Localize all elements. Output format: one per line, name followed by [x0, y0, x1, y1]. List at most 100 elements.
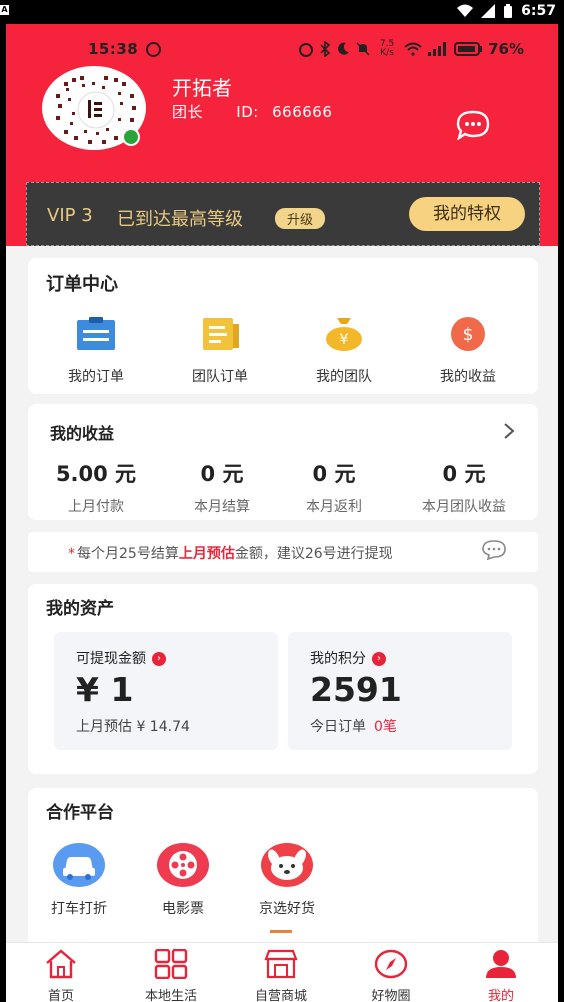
dollar-coin-icon: $	[451, 317, 485, 351]
grid-icon	[154, 948, 188, 980]
dog-mascot-icon	[261, 843, 313, 887]
inner-status-bar: 15:38 7.5 K/s 76%	[6, 40, 558, 62]
notice-text: * 每个月25号结算上月预估金额，建议26号进行提现	[68, 543, 393, 563]
vip-status: 已到达最高等级	[117, 209, 243, 230]
user-icon	[486, 950, 516, 978]
tab-label: 首页	[47, 989, 74, 1002]
order-item-my-earnings[interactable]: $ 我的收益	[418, 316, 518, 386]
user-role-line: 团长 ID: 666666	[172, 101, 332, 122]
system-status-bar: A 6:57	[0, 0, 564, 24]
partner-jd[interactable]: 京选好货	[242, 842, 332, 918]
arrow-right-icon: ›	[372, 652, 386, 666]
partners-title: 合作平台	[46, 803, 114, 823]
my-privilege-button[interactable]: 我的特权	[409, 197, 525, 231]
arrow-right-icon: ›	[152, 652, 166, 666]
order-item-my-orders[interactable]: 我的订单	[46, 316, 146, 386]
alarm-icon	[299, 43, 314, 57]
vip-banner: VIP 3 已到达最高等级 升级 我的特权	[26, 182, 540, 246]
earnings-title: 我的收益	[50, 424, 115, 443]
user-role: 团长	[172, 103, 204, 121]
points-box[interactable]: 我的积分 › 2591 今日订单 0笔	[288, 632, 512, 750]
earnings-value: 5.00 元	[55, 462, 137, 486]
order-item-team-orders[interactable]: 团队订单	[170, 316, 270, 386]
order-item-label: 我的收益	[440, 369, 496, 385]
earnings-label: 本月结算	[194, 499, 250, 515]
tab-home[interactable]: 首页	[16, 949, 106, 1002]
signal-icon	[428, 42, 447, 56]
upgrade-badge[interactable]: 升级	[275, 208, 326, 229]
tab-good-circle[interactable]: 好物圈	[346, 949, 436, 1002]
earnings-team-income: 0 元 本月团队收益	[404, 458, 524, 516]
svg-text:$: $	[463, 325, 474, 345]
app-notification-icon: A	[0, 5, 9, 15]
notice-star: *	[68, 546, 75, 562]
wifi-icon	[457, 4, 474, 17]
earnings-last-month-paid: 5.00 元 上月付款	[36, 458, 156, 516]
tab-self-mall[interactable]: 自营商城	[236, 949, 326, 1002]
withdrawable-box[interactable]: 可提现金额 › ¥ 1 上月预估 ¥ 14.74	[54, 632, 278, 750]
network-speed: 7.5 K/s	[379, 39, 395, 58]
points-value: 2591	[310, 670, 402, 709]
compass-icon	[374, 949, 408, 979]
partner-label: 电影票	[162, 901, 204, 917]
order-item-my-team[interactable]: ¥ 我的团队	[294, 316, 394, 386]
order-item-label: 团队订单	[192, 369, 248, 385]
avatar[interactable]	[42, 66, 146, 150]
taxi-icon	[53, 843, 105, 887]
notice-highlight: 上月预估	[178, 546, 235, 562]
battery-icon	[504, 3, 513, 18]
points-label: 我的积分 ›	[310, 648, 386, 668]
tab-label: 自营商城	[254, 989, 307, 1002]
mute-icon	[356, 42, 370, 56]
chat-bubble-icon	[456, 110, 490, 141]
withdrawable-amount: ¥ 1	[76, 670, 134, 709]
page-indicator	[270, 930, 292, 933]
app-screen: 15:38 7.5 K/s 76% 开拓者 团长 ID: 666666 VIP …	[6, 24, 558, 1002]
message-button[interactable]	[456, 110, 490, 141]
svg-text:¥: ¥	[340, 332, 349, 348]
user-id-label: ID:	[236, 103, 259, 121]
earnings-month-settled: 0 元 本月结算	[162, 458, 282, 516]
user-id: 666666	[272, 103, 333, 121]
partner-label: 打车打折	[51, 901, 107, 917]
system-clock: 6:57	[521, 3, 556, 19]
home-icon	[46, 949, 76, 979]
tab-label: 好物圈	[371, 989, 411, 1002]
today-orders: 今日订单 0笔	[310, 719, 397, 735]
document-icon	[203, 318, 239, 350]
chevron-right-icon[interactable]	[502, 422, 516, 440]
earnings-label: 上月付款	[68, 499, 124, 515]
partner-label: 京选好货	[259, 901, 315, 917]
bluetooth-icon	[320, 41, 331, 57]
money-bag-icon: ¥	[326, 318, 362, 351]
partner-taxi[interactable]: 打车打折	[34, 842, 124, 918]
tab-local-life[interactable]: 本地生活	[126, 948, 216, 1002]
inner-clock: 15:38	[88, 40, 139, 58]
profile-header: 15:38 7.5 K/s 76% 开拓者 团长 ID: 666666 VIP …	[6, 24, 558, 246]
settlement-notice: * 每个月25号结算上月预估金额，建议26号进行提现	[28, 532, 538, 572]
earnings-month-rebate: 0 元 本月返利	[274, 458, 394, 516]
order-item-label: 我的订单	[68, 369, 124, 385]
tab-mine[interactable]: 我的	[456, 949, 546, 1002]
notice-pre: 每个月25号结算	[77, 546, 179, 562]
bottom-tab-bar: 首页 本地生活 自营商城 好物圈 我的	[6, 942, 558, 1002]
order-center-card: 订单中心 我的订单 团队订单 ¥ 我的团队 $ 我的收益	[28, 258, 538, 394]
signal-icon	[481, 4, 496, 18]
withdrawable-estimate: 上月预估 ¥ 14.74	[76, 719, 190, 735]
assets-card: 我的资产 可提现金额 › ¥ 1 上月预估 ¥ 14.74 我的积分 › 2591 …	[28, 584, 538, 774]
film-reel-icon	[157, 843, 209, 887]
earnings-card[interactable]: 我的收益 5.00 元 上月付款 0 元 本月结算 0 元 本月返利 0 元 本…	[28, 404, 538, 520]
withdrawable-label: 可提现金额 ›	[76, 648, 166, 668]
earnings-value: 0 元	[442, 462, 486, 486]
moon-icon	[338, 42, 350, 55]
order-item-label: 我的团队	[316, 369, 372, 385]
partner-movie[interactable]: 电影票	[138, 842, 228, 918]
tab-label: 本地生活	[144, 989, 197, 1002]
earnings-label: 本月返利	[306, 499, 362, 515]
comment-icon[interactable]	[482, 540, 506, 560]
mini-program-badge-icon	[122, 128, 140, 146]
order-center-title: 订单中心	[46, 274, 118, 295]
earnings-value: 0 元	[312, 462, 356, 486]
eye-icon	[146, 42, 161, 57]
notice-post: 金额，建议26号进行提现	[234, 546, 393, 562]
